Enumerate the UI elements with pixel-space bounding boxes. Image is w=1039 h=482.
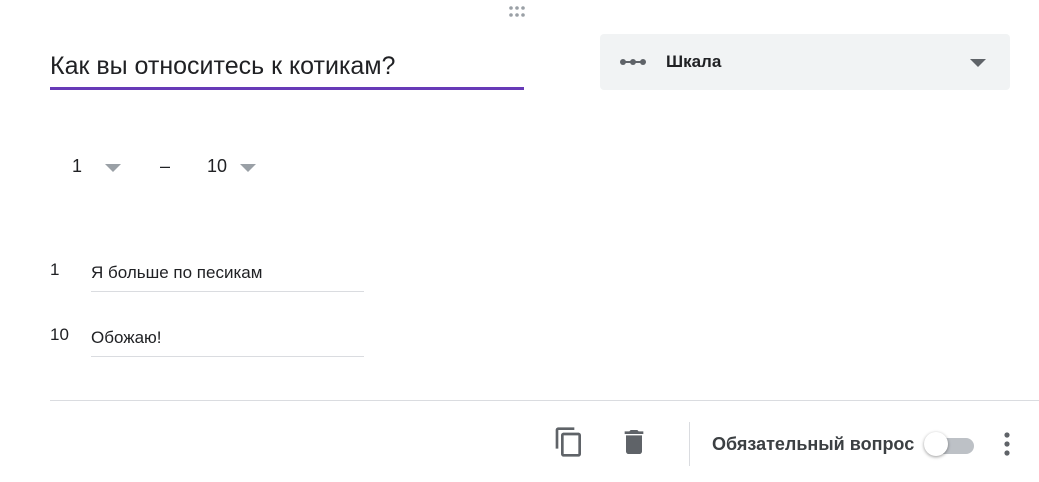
required-toggle[interactable] (924, 432, 976, 458)
scale-max-value: 10 (207, 156, 228, 176)
footer-divider (50, 400, 1039, 401)
scale-min-value: 1 (72, 156, 83, 176)
question-title[interactable]: Как вы относитесь к котикам? (50, 52, 395, 81)
scale-label-row-max: 10 Обожаю! (50, 324, 370, 364)
scale-min-select[interactable]: 1 (72, 156, 122, 178)
copy-icon[interactable] (553, 426, 585, 458)
scale-max-select[interactable]: 10 (207, 156, 259, 178)
scale-range-dash: – (160, 156, 171, 176)
more-vertical-icon[interactable] (996, 430, 1018, 458)
question-card: Как вы относитесь к котикам? Шкала 1 – 1… (0, 0, 1039, 482)
trash-icon[interactable] (618, 426, 650, 458)
chevron-down-icon (240, 164, 256, 172)
question-type-label: Шкала (666, 52, 722, 71)
question-type-select[interactable]: Шкала (600, 34, 1010, 90)
scale-label-input-min[interactable]: Я больше по песикам (91, 260, 364, 292)
toggle-knob (924, 432, 948, 456)
footer-vertical-divider (689, 422, 690, 466)
chevron-down-icon (970, 59, 986, 67)
question-title-field[interactable]: Как вы относитесь к котикам? (50, 48, 524, 90)
scale-label-row-min: 1 Я больше по песикам (50, 260, 370, 300)
scale-label-number: 1 (50, 260, 60, 279)
drag-handle-icon[interactable] (508, 5, 530, 19)
scale-label-input-max[interactable]: Обожаю! (91, 325, 364, 357)
scale-label-text: Обожаю! (91, 328, 162, 347)
scale-label-text: Я больше по песикам (91, 263, 263, 282)
scale-label-number: 10 (50, 325, 69, 344)
linear-scale-icon (620, 59, 646, 65)
chevron-down-icon (105, 164, 121, 172)
required-question-label: Обязательный вопрос (712, 434, 915, 454)
